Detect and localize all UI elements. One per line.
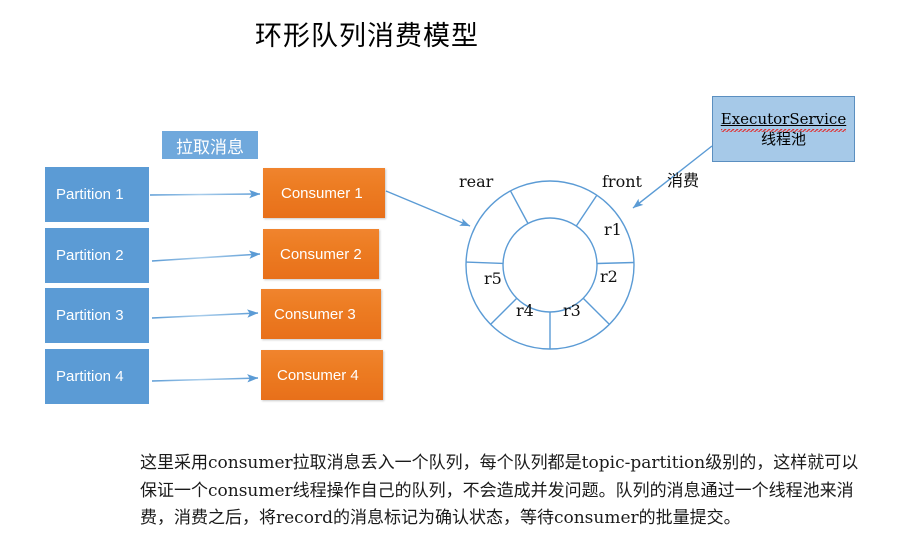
- partition-label: Partition 2: [56, 247, 124, 264]
- arrow-p2-c2: [151, 250, 261, 262]
- ring-spoke-3: [490, 297, 518, 325]
- consumer-label: Consumer 4: [277, 366, 359, 384]
- consumer-label: Consumer 2: [280, 245, 362, 263]
- pull-message-label: 拉取消息: [162, 131, 258, 159]
- partition-box-1[interactable]: Partition 1: [45, 167, 149, 222]
- consumer-box-2[interactable]: Consumer 2: [263, 229, 379, 279]
- consumer-label: Consumer 1: [281, 184, 363, 202]
- consumer-box-1[interactable]: Consumer 1: [263, 168, 385, 218]
- ring-inner-circle: [502, 217, 598, 313]
- ring-queue-icon: [465, 180, 635, 350]
- consume-label: 消费: [667, 171, 700, 190]
- ring-spoke-7: [575, 194, 598, 227]
- executor-service-box[interactable]: ExecutorService 线程池: [712, 96, 855, 162]
- ring-cell-r4: r4: [516, 301, 534, 320]
- diagram-canvas: 环形队列消费模型 Partition 1 Partition 2 Partiti…: [0, 0, 907, 560]
- executor-service-subtitle: 线程池: [760, 130, 806, 148]
- ring-front-label: front: [602, 172, 642, 191]
- partition-label: Partition 4: [56, 368, 124, 385]
- ring-cell-r2: r2: [600, 267, 618, 286]
- ring-spoke-1: [509, 190, 529, 224]
- arrow-p1-c1: [149, 189, 261, 199]
- executor-service-name: ExecutorService: [720, 109, 847, 133]
- explanation-paragraph: 这里采用consumer拉取消息丢入一个队列，每个队列都是topic-parti…: [140, 453, 859, 529]
- partition-to-consumer-arrows: [149, 189, 261, 383]
- partition-label: Partition 1: [56, 186, 124, 203]
- ring-spoke-2: [465, 261, 504, 265]
- ring-spoke-6: [596, 261, 635, 265]
- consumer-box-4[interactable]: Consumer 4: [261, 350, 383, 400]
- ring-cell-r3: r3: [563, 301, 581, 320]
- partition-label: Partition 3: [56, 307, 124, 324]
- arrow-p3-c3: [151, 309, 259, 319]
- partition-box-4[interactable]: Partition 4: [45, 349, 149, 404]
- ring-cell-r1: r1: [604, 220, 622, 239]
- consumer-label: Consumer 3: [274, 305, 356, 323]
- ring-rear-label: rear: [459, 172, 494, 191]
- partition-box-2[interactable]: Partition 2: [45, 228, 149, 283]
- ring-spoke-5: [582, 297, 610, 325]
- consumer-box-3[interactable]: Consumer 3: [261, 289, 381, 339]
- partition-box-3[interactable]: Partition 3: [45, 288, 149, 343]
- arrow-p4-c4: [151, 374, 259, 383]
- arrow-consumer1-to-ring: [385, 190, 471, 227]
- ring-cell-r5: r5: [484, 269, 502, 288]
